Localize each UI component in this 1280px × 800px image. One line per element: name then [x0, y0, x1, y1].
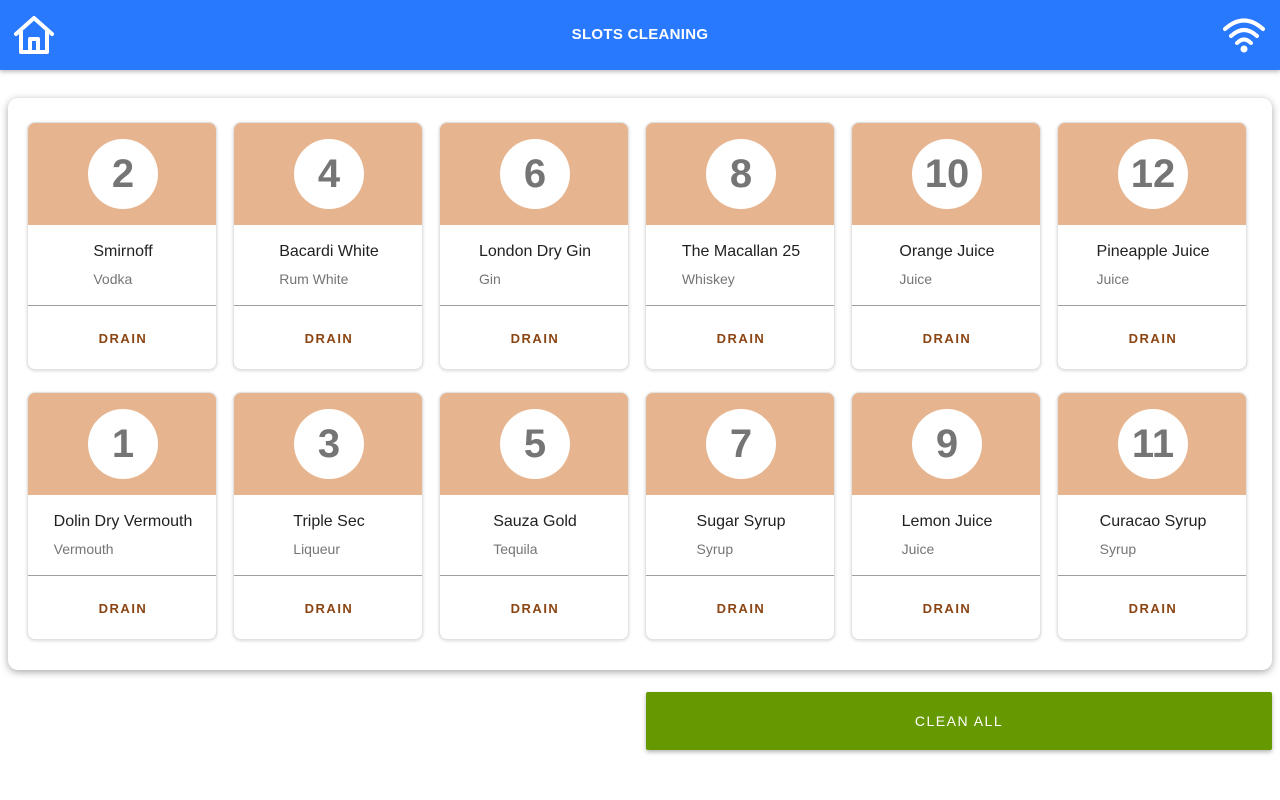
ingredient-type: Vodka [93, 271, 133, 287]
clean-all-button[interactable]: CLEAN ALL [646, 692, 1272, 750]
ingredient-type: Vermouth [53, 541, 114, 557]
ingredient-type: Syrup [1099, 541, 1137, 557]
ingredient-name: Pineapple Juice [1096, 243, 1210, 260]
slot-number: 6 [500, 139, 570, 209]
drain-button[interactable]: DRAIN [234, 576, 422, 639]
slot-card: 4 Bacardi White Rum White DRAIN [233, 122, 423, 370]
home-icon [14, 16, 54, 54]
ingredient-name: Smirnoff [93, 243, 153, 260]
top-app-bar: SLOTS CLEANING [0, 0, 1280, 70]
slot-number: 5 [500, 409, 570, 479]
drain-button[interactable]: DRAIN [440, 576, 628, 639]
slot-card: 8 The Macallan 25 Whiskey DRAIN [645, 122, 835, 370]
drain-button[interactable]: DRAIN [852, 576, 1040, 639]
slot-header: 3 [234, 393, 422, 495]
drain-button[interactable]: DRAIN [234, 306, 422, 369]
drain-button[interactable]: DRAIN [852, 306, 1040, 369]
slot-header: 11 [1058, 393, 1246, 495]
ingredient-name: Dolin Dry Vermouth [53, 513, 193, 530]
slot-card: 6 London Dry Gin Gin DRAIN [439, 122, 629, 370]
slot-number: 11 [1118, 409, 1188, 479]
slot-card: 11 Curacao Syrup Syrup DRAIN [1057, 392, 1247, 640]
drain-button[interactable]: DRAIN [646, 306, 834, 369]
ingredient-type: Juice [1096, 271, 1130, 287]
slot-number: 4 [294, 139, 364, 209]
slot-number: 12 [1118, 139, 1188, 209]
slot-number: 3 [294, 409, 364, 479]
ingredient-type: Whiskey [681, 271, 735, 287]
ingredient-name: London Dry Gin [478, 243, 592, 260]
slot-number: 7 [706, 409, 776, 479]
ingredient-type: Liqueur [293, 541, 340, 557]
slot-card: 2 Smirnoff Vodka DRAIN [27, 122, 217, 370]
slot-card: 9 Lemon Juice Juice DRAIN [851, 392, 1041, 640]
slot-card: 12 Pineapple Juice Juice DRAIN [1057, 122, 1247, 370]
slot-card: 10 Orange Juice Juice DRAIN [851, 122, 1041, 370]
slot-number: 9 [912, 409, 982, 479]
slots-grid: 2 Smirnoff Vodka DRAIN 4 Bacardi White R… [27, 122, 1247, 640]
ingredient-name: Bacardi White [279, 243, 379, 260]
slot-card: 7 Sugar Syrup Syrup DRAIN [645, 392, 835, 640]
wifi-icon [1223, 18, 1265, 53]
page-title: SLOTS CLEANING [571, 26, 709, 43]
ingredient-type: Juice [901, 541, 935, 557]
home-button[interactable] [12, 14, 56, 56]
slot-header: 9 [852, 393, 1040, 495]
drain-button[interactable]: DRAIN [646, 576, 834, 639]
slot-header: 12 [1058, 123, 1246, 225]
drain-button[interactable]: DRAIN [28, 576, 216, 639]
wifi-status [1222, 16, 1266, 54]
slot-header: 5 [440, 393, 628, 495]
ingredient-type: Gin [478, 271, 501, 287]
drain-button[interactable]: DRAIN [1058, 576, 1246, 639]
slot-header: 7 [646, 393, 834, 495]
slot-card: 1 Dolin Dry Vermouth Vermouth DRAIN [27, 392, 217, 640]
ingredient-name: Sugar Syrup [696, 513, 786, 530]
ingredient-type: Syrup [696, 541, 734, 557]
drain-button[interactable]: DRAIN [440, 306, 628, 369]
slot-header: 6 [440, 123, 628, 225]
slot-header: 2 [28, 123, 216, 225]
slot-number: 10 [912, 139, 982, 209]
slots-panel: 2 Smirnoff Vodka DRAIN 4 Bacardi White R… [8, 98, 1272, 670]
slot-number: 8 [706, 139, 776, 209]
slot-header: 4 [234, 123, 422, 225]
ingredient-type: Tequila [493, 541, 538, 557]
slot-card: 5 Sauza Gold Tequila DRAIN [439, 392, 629, 640]
ingredient-name: Triple Sec [293, 513, 365, 530]
ingredient-type: Rum White [279, 271, 349, 287]
slot-card: 3 Triple Sec Liqueur DRAIN [233, 392, 423, 640]
slot-number: 2 [88, 139, 158, 209]
slot-header: 8 [646, 123, 834, 225]
ingredient-name: Sauza Gold [493, 513, 577, 530]
slot-header: 10 [852, 123, 1040, 225]
ingredient-type: Juice [899, 271, 933, 287]
ingredient-name: The Macallan 25 [681, 243, 801, 260]
slot-header: 1 [28, 393, 216, 495]
ingredient-name: Lemon Juice [901, 513, 993, 530]
ingredient-name: Curacao Syrup [1099, 513, 1207, 530]
drain-button[interactable]: DRAIN [28, 306, 216, 369]
ingredient-name: Orange Juice [899, 243, 995, 260]
slot-number: 1 [88, 409, 158, 479]
drain-button[interactable]: DRAIN [1058, 306, 1246, 369]
